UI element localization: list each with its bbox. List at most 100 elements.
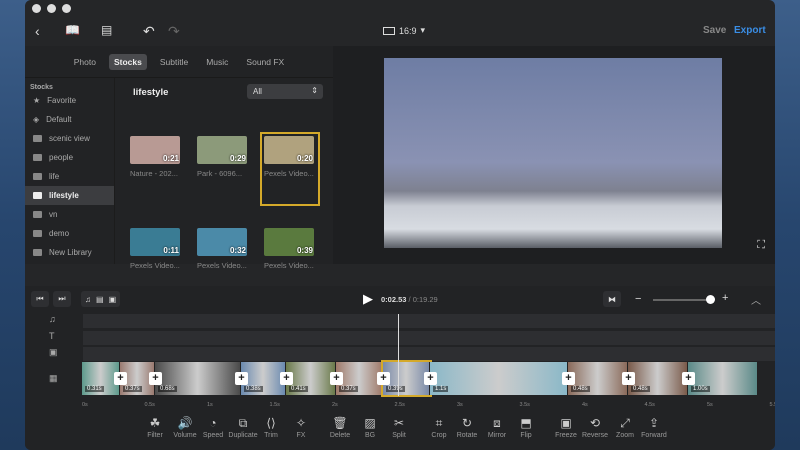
editor-window: ‹ 📖 ▤ ↶ ↷ 16:9 ▾ Save Export Photo Stocks… xyxy=(25,0,775,450)
tab-subtitle[interactable]: Subtitle xyxy=(155,54,193,70)
close-window-button[interactable] xyxy=(32,4,41,13)
video-clip[interactable]: 1.1s xyxy=(430,362,568,395)
add-transition-button[interactable]: + xyxy=(235,372,248,385)
back-icon[interactable]: ‹ xyxy=(35,23,40,39)
book-icon[interactable]: 📖 xyxy=(65,23,80,37)
video-clip[interactable]: 0.37s xyxy=(336,362,383,395)
sidebar-item-lifestyle[interactable]: lifestyle xyxy=(25,186,114,205)
add-image-icon[interactable]: ▣ xyxy=(109,295,117,304)
ruler-tick-label: 5s xyxy=(707,402,713,408)
add-transition-button[interactable]: + xyxy=(149,372,162,385)
zoom-in-icon[interactable]: + xyxy=(722,292,728,304)
fullscreen-icon[interactable]: ⛶ xyxy=(757,239,765,252)
tab-photo[interactable]: Photo xyxy=(69,54,101,70)
rotate-icon: ↻ xyxy=(461,416,473,430)
redo-icon[interactable]: ↷ xyxy=(168,23,180,40)
sidebar-item-new-library[interactable]: New Library xyxy=(25,243,114,262)
stock-thumbnail[interactable]: 0:21 xyxy=(130,136,180,164)
duration-label: 0:32 xyxy=(229,246,246,255)
clip-duration: 0.38s xyxy=(244,386,263,392)
stock-thumbnail[interactable]: 0:39 xyxy=(264,228,314,256)
tab-stocks[interactable]: Stocks xyxy=(108,53,147,70)
sidebar-item-demo[interactable]: demo xyxy=(25,224,114,243)
updown-chevron-icon: ⇕ xyxy=(311,86,318,95)
text-track[interactable] xyxy=(83,331,775,345)
undo-icon[interactable]: ↶ xyxy=(143,23,155,40)
ruler-tick-label: 0s xyxy=(82,402,88,408)
sidebar-item-favorite[interactable]: ★ Favorite xyxy=(25,91,114,110)
clip-duration: 0.31s xyxy=(85,386,104,392)
fit-timeline-button[interactable]: ⧓ xyxy=(603,291,621,307)
video-preview[interactable] xyxy=(384,58,722,248)
sidebar-item-label: Default xyxy=(46,115,72,124)
music-track[interactable] xyxy=(83,314,775,328)
video-clip[interactable]: 1.00s xyxy=(688,362,758,395)
image-track[interactable] xyxy=(83,347,775,361)
split-tool-button[interactable]: ✂ Split xyxy=(379,416,419,439)
sidebar-item-people[interactable]: people xyxy=(25,148,114,167)
layout-icon[interactable]: ▤ xyxy=(101,23,112,37)
playhead[interactable] xyxy=(398,314,399,396)
play-icon[interactable]: ▶ xyxy=(363,291,373,307)
maximize-window-button[interactable] xyxy=(62,4,71,13)
mirror-icon: ⧈ xyxy=(493,416,501,430)
export-button[interactable]: Export xyxy=(734,25,766,36)
video-clip[interactable]: 0.41s xyxy=(286,362,336,395)
forward-icon: ⇪ xyxy=(648,416,660,430)
freeze-icon: ▣ xyxy=(560,416,572,430)
aspect-icon xyxy=(383,26,395,35)
minimize-window-button[interactable] xyxy=(47,4,56,13)
stock-thumbnail[interactable]: 0:11 xyxy=(130,228,180,256)
ruler-tick-label: 3.5s xyxy=(519,402,530,408)
time-readout: 0:02.53 / 0:19.29 xyxy=(381,295,438,304)
zoom-slider[interactable] xyxy=(653,295,715,304)
video-clip[interactable]: 0.48s xyxy=(568,362,628,395)
clip-duration: 0.41s xyxy=(289,386,308,392)
duration-label: 0:21 xyxy=(162,154,179,163)
add-transition-button[interactable]: + xyxy=(682,372,695,385)
skip-end-button[interactable]: ⏭ xyxy=(53,291,71,307)
add-transition-button[interactable]: + xyxy=(562,372,575,385)
aspect-ratio-dropdown[interactable]: 16:9 ▾ xyxy=(383,25,425,36)
trim-icon: ⟨⟩ xyxy=(266,416,276,430)
split-icon: ✂ xyxy=(393,416,405,430)
add-transition-button[interactable]: + xyxy=(424,372,437,385)
tab-sound-fx[interactable]: Sound FX xyxy=(241,54,289,70)
sidebar-item-label: demo xyxy=(49,229,70,238)
stock-name: Pexels Video... xyxy=(197,261,247,270)
reverse-icon: ⟲ xyxy=(589,416,601,430)
video-clip[interactable]: 0.39s xyxy=(381,360,432,397)
video-clip[interactable]: 0.48s xyxy=(628,362,688,395)
add-transition-button[interactable]: + xyxy=(114,372,127,385)
zoom-slider-knob[interactable] xyxy=(706,295,715,304)
save-button[interactable]: Save xyxy=(703,25,726,36)
media-panel: Photo Stocks Subtitle Music Sound FX Sto… xyxy=(25,46,333,270)
add-transition-button[interactable]: + xyxy=(280,372,293,385)
stock-grid: lifestyle All ⇕ 0:21 Nature - 202... 0:29 Pa… xyxy=(115,78,333,270)
add-text-icon[interactable]: ▤ xyxy=(96,295,104,304)
skip-start-button[interactable]: ⏮ xyxy=(31,291,49,307)
stock-thumbnail[interactable]: 0:32 xyxy=(197,228,247,256)
bg-icon: ▨ xyxy=(364,416,376,430)
collapse-chevron-icon[interactable]: ︿ xyxy=(751,292,761,307)
stock-thumbnail[interactable]: 0:29 xyxy=(197,136,247,164)
add-transition-button[interactable]: + xyxy=(330,372,343,385)
tab-music[interactable]: Music xyxy=(201,54,233,70)
sidebar-item-scenic-view[interactable]: scenic view xyxy=(25,129,114,148)
zoom-out-icon[interactable]: − xyxy=(635,293,641,305)
delete-icon: 🗑 xyxy=(332,416,348,430)
fx-tool-button[interactable]: ✧ FX xyxy=(281,416,321,439)
add-music-icon[interactable]: ♫ xyxy=(85,295,91,304)
forward-tool-button[interactable]: ⇪ Forward xyxy=(634,416,674,439)
sidebar-item-vn[interactable]: vn xyxy=(25,205,114,224)
tool-label: Filter xyxy=(147,432,163,439)
sidebar-item-life[interactable]: life xyxy=(25,167,114,186)
filter-select[interactable]: All ⇕ xyxy=(247,84,323,99)
flip-tool-button[interactable]: ⬒ Flip xyxy=(506,416,546,439)
video-clip[interactable]: 0.68s xyxy=(155,362,241,395)
sidebar-item-default[interactable]: ◈ Default xyxy=(25,110,114,129)
stock-name: Pexels Video... xyxy=(130,261,180,270)
tool-label: Split xyxy=(392,432,406,439)
add-transition-button[interactable]: + xyxy=(622,372,635,385)
add-transition-button[interactable]: + xyxy=(377,372,390,385)
